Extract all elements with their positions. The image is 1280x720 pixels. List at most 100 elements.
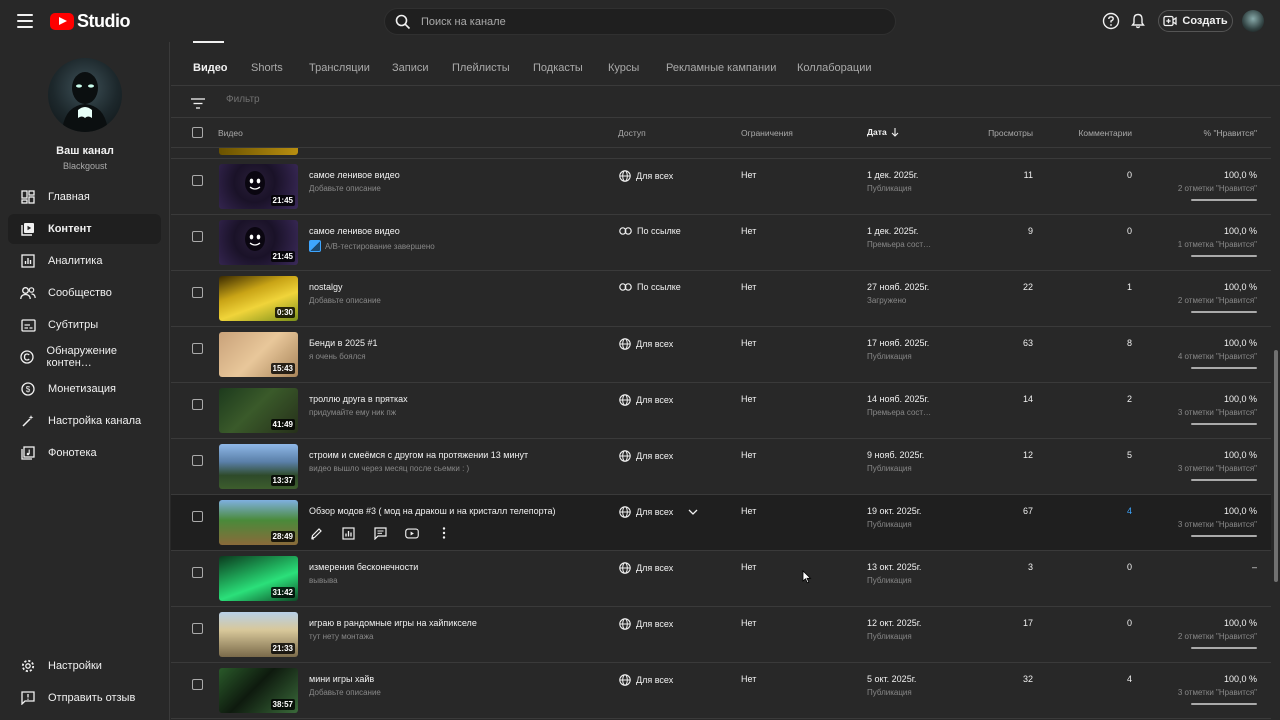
table-row[interactable]: 13:37 строим и смеёмся с другом на протяж… [171,439,1271,495]
globe-icon [619,674,631,686]
sidebar-item-community[interactable]: Сообщество [8,278,161,308]
column-views[interactable]: Просмотры [988,128,1033,138]
tab-courses[interactable]: Курсы [608,62,639,74]
account-avatar[interactable] [1242,10,1264,32]
table-row[interactable]: 21:33 играю в рандомные игры на хайпиксел… [171,607,1271,663]
video-description-text: видео вышло через месяц после сьемки : ) [309,464,470,473]
video-title[interactable]: самое ленивое видео [309,170,400,180]
video-thumbnail[interactable]: 41:49 [219,388,298,433]
video-title[interactable]: мини игры хайв [309,674,374,684]
table-row[interactable]: 38:57 мини игры хайв Добавьте описание Для … [171,663,1271,719]
table-row[interactable]: 0:30 nostalgy Добавьте описание По ссылке Не… [171,271,1271,327]
filter-input[interactable] [226,94,526,105]
video-thumbnail[interactable]: 21:33 [219,612,298,657]
sidebar-item-audio-library[interactable]: Фонотека [8,438,161,468]
video-duration: 41:49 [270,419,295,430]
video-title[interactable]: nostalgy [309,282,343,292]
sidebar-item-dashboard[interactable]: Главная [8,182,161,212]
sidebar-item-label: Настройки [48,660,102,672]
table-row[interactable]: 31:42 измерения бесконечности вывыва Для вс… [171,551,1271,607]
tab-videos[interactable]: Видео [193,62,228,74]
likes-count: 2 отметки "Нравится" [1177,184,1257,193]
help-icon[interactable] [1102,12,1120,30]
video-thumbnail[interactable]: 15:43 [219,332,298,377]
visibility-cell: Для всех [619,562,673,574]
tab-live[interactable]: Трансляции [309,62,370,74]
video-thumbnail[interactable]: 13:37 [219,444,298,489]
table-row[interactable]: 21:45 самое ленивое видео Добавьте описани… [171,159,1271,215]
video-thumbnail[interactable] [219,148,298,155]
column-date[interactable]: Дата [867,127,899,137]
row-checkbox[interactable] [192,399,203,410]
video-thumbnail[interactable]: 31:42 [219,556,298,601]
table-row[interactable]: 41:49 троллю друга в прятках придумайте ем… [171,383,1271,439]
channel-avatar[interactable] [48,58,122,132]
sidebar-item-copyright[interactable]: Обнаружение контен… [8,342,161,372]
table-row[interactable] [171,148,1271,159]
video-title[interactable]: Обзор модов #3 ( мод на дракош и на крис… [309,506,556,516]
analytics-icon[interactable] [341,526,355,540]
youtube-play-icon[interactable] [405,526,419,540]
row-checkbox[interactable] [192,567,203,578]
create-button[interactable]: Создать [1158,10,1233,32]
chevron-down-icon[interactable] [688,509,698,516]
sidebar-item-subtitles[interactable]: Субтитры [8,310,161,340]
video-title[interactable]: строим и смеёмся с другом на протяжении … [309,450,528,460]
tab-collaborations[interactable]: Коллаборации [797,62,871,74]
video-title[interactable]: измерения бесконечности [309,562,418,572]
globe-icon [619,562,631,574]
table-row[interactable]: 28:49 Обзор модов #3 ( мод на дракош и на… [171,495,1271,551]
column-restrictions[interactable]: Ограничения [741,128,793,138]
tab-promotions[interactable]: Рекламные кампании [666,62,776,74]
notifications-bell-icon[interactable] [1129,12,1147,30]
row-checkbox[interactable] [192,287,203,298]
row-checkbox[interactable] [192,175,203,186]
sidebar-item-customization[interactable]: Настройка канала [8,406,161,436]
tab-playlists[interactable]: Плейлисты [452,62,510,74]
search-icon[interactable] [385,14,421,30]
search-box[interactable] [384,8,896,35]
row-checkbox[interactable] [192,623,203,634]
tab-posts[interactable]: Записи [392,62,429,74]
sidebar-item-settings[interactable]: Настройки [8,651,161,681]
sidebar-item-monetization[interactable]: $ Монетизация [8,374,161,404]
more-options-icon[interactable] [437,526,451,540]
likes-bar [1191,479,1257,481]
scrollbar[interactable] [1274,350,1278,582]
table-row[interactable]: 15:43 Бенди в 2025 #1 я очень боялся Для вс… [171,327,1271,383]
comments-cell[interactable]: 4 [1127,506,1132,516]
video-title[interactable]: играю в рандомные игры на хайпикселе [309,618,477,628]
tab-shorts[interactable]: Shorts [251,62,283,74]
tab-podcasts[interactable]: Подкасты [533,62,583,74]
video-thumbnail[interactable]: 38:57 [219,668,298,713]
comments-cell: 5 [1126,450,1132,460]
row-checkbox[interactable] [192,511,203,522]
table-row[interactable]: 21:45 самое ленивое видео A/B-тестирование… [171,215,1271,271]
visibility-cell[interactable]: Для всех [619,506,698,518]
menu-icon[interactable] [17,14,33,28]
video-title[interactable]: троллю друга в прятках [309,394,408,404]
search-input[interactable] [421,15,861,28]
video-title[interactable]: самое ленивое видео [309,226,400,236]
row-checkbox[interactable] [192,455,203,466]
sidebar-item-content[interactable]: Контент [8,214,161,244]
column-comments[interactable]: Комментарии [1078,128,1132,138]
sidebar-item-feedback[interactable]: Отправить отзыв [8,683,161,713]
studio-logo[interactable]: Studio [50,11,131,32]
video-thumbnail[interactable]: 21:45 [219,164,298,209]
row-checkbox[interactable] [192,343,203,354]
sidebar-item-analytics[interactable]: Аналитика [8,246,161,276]
column-likes[interactable]: % "Нравится" [1204,128,1257,138]
column-access[interactable]: Доступ [618,128,646,138]
comments-icon[interactable] [373,526,387,540]
edit-pencil-icon[interactable] [309,526,323,540]
video-thumbnail[interactable]: 28:49 [219,500,298,545]
filter-icon[interactable] [191,96,205,114]
video-thumbnail[interactable]: 0:30 [219,276,298,321]
video-title[interactable]: Бенди в 2025 #1 [309,338,377,348]
row-checkbox[interactable] [192,679,203,690]
select-all-checkbox[interactable] [192,127,203,138]
video-thumbnail[interactable]: 21:45 [219,220,298,265]
row-checkbox[interactable] [192,231,203,242]
sidebar-item-label: Субтитры [48,319,99,331]
